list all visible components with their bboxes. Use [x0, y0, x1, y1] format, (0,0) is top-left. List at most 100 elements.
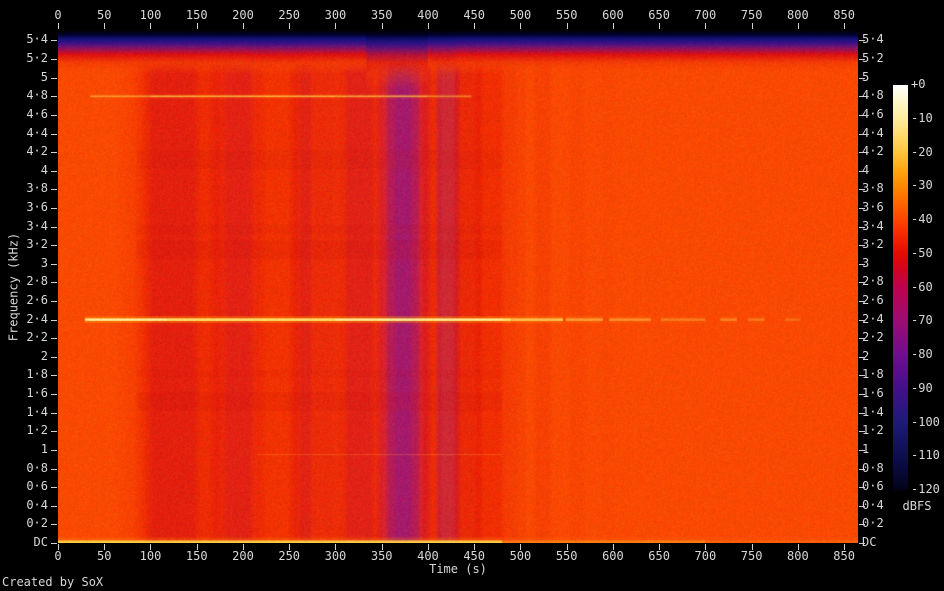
tick-label: 550 [555, 549, 578, 563]
tick-label: 0·6 [862, 479, 884, 494]
legend-tick-label: -40 [911, 212, 933, 226]
tick-label: 700 [694, 549, 717, 563]
tick-label: 0·8 [862, 460, 884, 475]
tick-label: 200 [232, 8, 254, 22]
tick-mark [51, 207, 57, 209]
tick-label: 100 [139, 549, 162, 563]
tick-label: 2·8 [862, 274, 884, 289]
tick-label: 5 [862, 69, 870, 84]
tick-mark [51, 152, 57, 154]
tick-label: 250 [278, 549, 301, 563]
tick-label: DC [862, 535, 877, 549]
tick-mark [51, 543, 57, 544]
tick-label: 3 [862, 255, 870, 270]
tick-label: 3·4 [862, 218, 884, 233]
tick-mark [51, 170, 57, 172]
tick-label: 2·4 [862, 311, 884, 326]
tick-mark [51, 524, 57, 526]
frequency-axis-title: Frequency (kHz) [6, 232, 21, 342]
tick-mark [242, 23, 244, 29]
tick-label: 1 [862, 441, 870, 456]
legend-tick-label: -90 [911, 380, 933, 395]
tick-label: 600 [602, 8, 624, 22]
tick-label: 450 [463, 8, 486, 22]
tick-label: 0·2 [26, 516, 48, 531]
tick-label: 1·2 [26, 423, 48, 438]
tick-label: 800 [787, 8, 809, 22]
tick-label: 700 [694, 8, 717, 22]
tick-label: 500 [509, 8, 532, 22]
tick-mark [58, 23, 59, 29]
tick-label: 600 [602, 549, 624, 563]
legend-tick-label: -20 [911, 144, 933, 159]
tick-label: 1 [40, 441, 48, 456]
tick-label: 300 [324, 549, 347, 563]
tick-label: 5·2 [26, 51, 48, 66]
legend-tick-label: -110 [911, 448, 940, 463]
tick-mark [659, 23, 661, 29]
tick-mark [51, 114, 57, 116]
tick-mark [104, 23, 106, 29]
tick-label: 5 [40, 69, 48, 84]
tick-label: 850 [833, 549, 855, 563]
tick-mark [51, 487, 57, 489]
tick-mark [51, 431, 57, 433]
tick-label: 3·8 [26, 181, 48, 196]
tick-label: 500 [509, 549, 532, 563]
tick-label: 3·2 [862, 237, 884, 252]
tick-label: 4·8 [26, 88, 48, 103]
tick-label: 5·2 [862, 51, 884, 66]
tick-label: 50 [97, 8, 112, 22]
tick-mark [51, 189, 57, 191]
tick-mark [51, 77, 57, 79]
tick-mark [51, 356, 57, 358]
dbfs-colorbar [893, 85, 908, 490]
tick-label: 0·4 [26, 497, 48, 512]
legend-tick-label: -80 [911, 347, 933, 361]
tick-label: 200 [232, 549, 254, 563]
tick-mark [520, 23, 522, 29]
sox-spectrogram-window: { "credit": "Created by SoX", "axes": { … [0, 0, 944, 591]
tick-label: 1·4 [26, 404, 48, 419]
tick-label: 250 [278, 8, 301, 22]
tick-label: 100 [139, 8, 162, 22]
tick-label: 4·8 [862, 88, 884, 103]
tick-mark [566, 23, 568, 29]
tick-mark [51, 505, 57, 507]
tick-mark [51, 133, 57, 135]
tick-mark [51, 40, 57, 42]
tick-mark [289, 23, 291, 29]
tick-label: 4·6 [862, 106, 884, 121]
legend-tick-label: -120 [911, 482, 940, 496]
tick-mark [51, 394, 57, 396]
tick-label: 0 [54, 8, 62, 22]
tick-label: 4·4 [862, 125, 884, 140]
tick-label: 3·6 [26, 199, 48, 214]
tick-mark [335, 23, 337, 29]
tick-label: 350 [370, 549, 393, 563]
tick-label: 150 [185, 549, 208, 563]
tick-label: 4 [862, 162, 870, 177]
tick-mark [51, 263, 57, 265]
tick-label: 550 [555, 8, 578, 22]
tick-mark [51, 449, 57, 451]
tick-label: 2·2 [862, 330, 884, 345]
tick-mark [51, 319, 57, 321]
tick-mark [51, 59, 57, 61]
tick-mark [751, 23, 753, 29]
tick-label: 2·6 [862, 293, 884, 308]
tick-mark [150, 23, 152, 29]
tick-label: 3·4 [26, 218, 48, 233]
tick-label: 0·8 [26, 460, 48, 475]
tick-label: 150 [185, 8, 208, 22]
tick-mark [797, 23, 799, 29]
tick-mark [51, 226, 57, 228]
tick-label: 2 [862, 348, 870, 363]
legend-tick-label: -60 [911, 279, 933, 294]
tick-label: 3·6 [862, 199, 884, 214]
tick-label: 3·8 [862, 181, 884, 196]
tick-label: 850 [833, 8, 855, 22]
tick-label: 650 [648, 8, 670, 22]
legend-tick-label: -50 [911, 245, 933, 260]
tick-label: 2 [40, 348, 48, 363]
